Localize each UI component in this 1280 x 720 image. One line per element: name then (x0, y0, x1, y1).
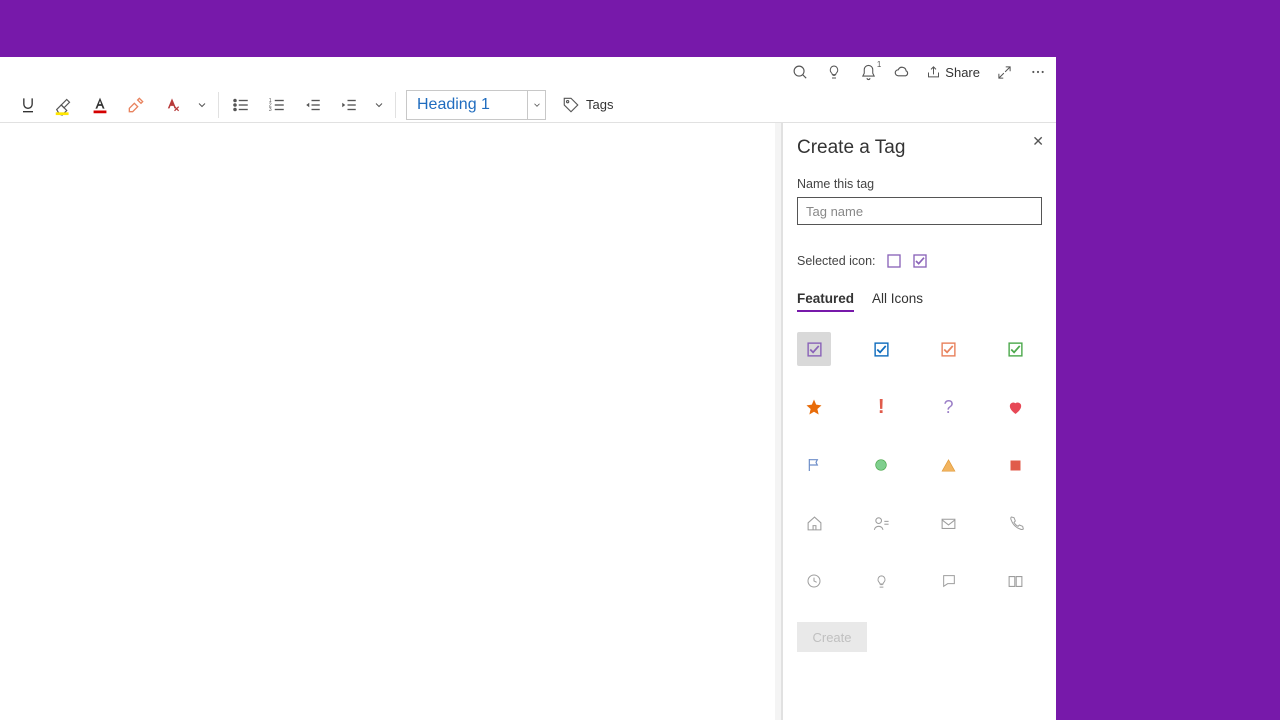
chevron-down-icon[interactable] (527, 91, 545, 119)
checkbox-checked-icon (912, 253, 928, 269)
icon-clock[interactable] (797, 564, 831, 598)
icon-checkbox-green[interactable] (999, 332, 1033, 366)
icon-circle-green[interactable] (864, 448, 898, 482)
icon-grid: ! ? (797, 332, 1042, 598)
clear-formatting-button[interactable] (154, 89, 190, 121)
title-bar: 1 Share (0, 57, 1056, 87)
style-select-label: Heading 1 (407, 96, 527, 114)
icon-contact[interactable] (864, 506, 898, 540)
selected-icon-row: Selected icon: (797, 253, 1042, 269)
icon-checkbox-orange[interactable] (932, 332, 966, 366)
selected-icon-label: Selected icon: (797, 254, 876, 268)
highlight-button[interactable] (46, 89, 82, 121)
lightbulb-icon[interactable] (824, 62, 844, 82)
more-icon[interactable] (1028, 62, 1048, 82)
tag-icon (562, 96, 580, 114)
tag-name-input[interactable] (797, 197, 1042, 225)
icon-book[interactable] (999, 564, 1033, 598)
paragraph-dropdown-button[interactable] (367, 89, 391, 121)
main-area: ✕ Create a Tag Name this tag Selected ic… (0, 123, 1056, 720)
svg-text:3: 3 (269, 107, 272, 113)
icon-star[interactable] (797, 390, 831, 424)
close-icon[interactable]: ✕ (1032, 133, 1044, 150)
bulleted-list-button[interactable] (223, 89, 259, 121)
tab-all-icons[interactable]: All Icons (872, 291, 923, 312)
checkbox-empty-icon (886, 253, 902, 269)
decrease-indent-button[interactable] (295, 89, 331, 121)
icon-home[interactable] (797, 506, 831, 540)
icon-flag[interactable] (797, 448, 831, 482)
format-painter-button[interactable] (118, 89, 154, 121)
scrollbar[interactable] (775, 123, 781, 720)
app-window: 1 Share (0, 57, 1056, 720)
underline-button[interactable] (10, 89, 46, 121)
icon-exclamation[interactable]: ! (864, 390, 898, 424)
tab-featured[interactable]: Featured (797, 291, 854, 312)
icon-square-red[interactable] (999, 448, 1033, 482)
tags-button[interactable]: Tags (556, 92, 619, 118)
note-canvas[interactable] (0, 123, 782, 720)
icon-heart[interactable] (999, 390, 1033, 424)
increase-indent-button[interactable] (331, 89, 367, 121)
icon-lightbulb[interactable] (864, 564, 898, 598)
notifications-icon[interactable]: 1 (858, 62, 878, 82)
share-button[interactable]: Share (926, 65, 980, 80)
icon-chat[interactable] (932, 564, 966, 598)
create-button[interactable]: Create (797, 622, 867, 652)
numbered-list-button[interactable]: 123 (259, 89, 295, 121)
icon-triangle-yellow[interactable] (932, 448, 966, 482)
icon-mail[interactable] (932, 506, 966, 540)
icon-checkbox-purple[interactable] (797, 332, 831, 366)
font-dropdown-button[interactable] (190, 89, 214, 121)
notification-badge: 1 (877, 60, 881, 69)
icon-tabs: Featured All Icons (797, 291, 1042, 312)
ribbon-toolbar: 123 Heading 1 Tags (0, 87, 1056, 123)
fullscreen-icon[interactable] (994, 62, 1014, 82)
panel-title: Create a Tag (797, 137, 1042, 159)
icon-phone[interactable] (999, 506, 1033, 540)
share-label: Share (945, 65, 980, 80)
style-select[interactable]: Heading 1 (406, 90, 546, 120)
search-icon[interactable] (790, 62, 810, 82)
divider (395, 92, 396, 118)
icon-checkbox-blue[interactable] (864, 332, 898, 366)
tags-label: Tags (586, 97, 613, 112)
divider (218, 92, 219, 118)
cloud-sync-icon[interactable] (892, 62, 912, 82)
icon-question[interactable]: ? (932, 390, 966, 424)
font-color-button[interactable] (82, 89, 118, 121)
name-field-label: Name this tag (797, 177, 1042, 191)
create-tag-panel: ✕ Create a Tag Name this tag Selected ic… (782, 123, 1056, 720)
